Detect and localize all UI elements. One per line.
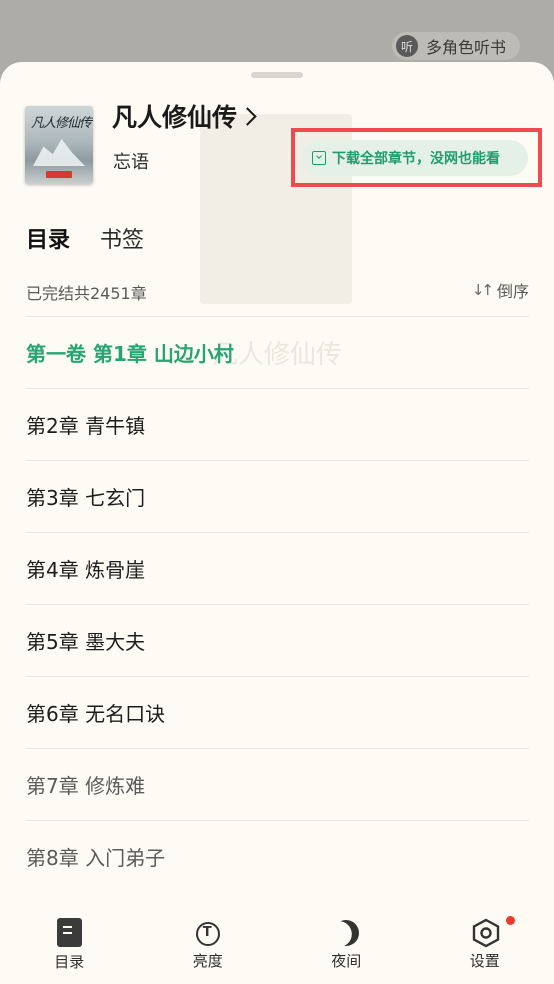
download-icon <box>312 151 326 165</box>
sort-toggle[interactable]: ↓↑ 倒序 <box>472 278 529 302</box>
chapter-row[interactable]: 第2章 青牛镇 <box>26 388 529 460</box>
cover-art <box>33 139 85 166</box>
catalog-tabs: 目录 书签 <box>26 222 144 254</box>
nav-brightness[interactable]: 亮度 <box>139 904 278 984</box>
settings-icon <box>472 918 499 948</box>
drag-handle[interactable] <box>251 72 303 78</box>
night-mode-icon <box>329 916 364 951</box>
chevron-right-icon <box>238 106 257 126</box>
download-all-label: 下载全部章节，没网也能看 <box>332 151 500 167</box>
chapter-list: 第一卷 第1章 山边小村 第2章 青牛镇 第3章 七玄门 第4章 炼骨崖 第5章… <box>26 316 529 892</box>
publisher-logo <box>46 171 72 178</box>
cover-title: 凡人修仙传 <box>31 116 92 131</box>
chapter-row[interactable]: 第4章 炼骨崖 <box>26 532 529 604</box>
brightness-icon <box>195 922 220 946</box>
chapter-count: 已完结共2451章 <box>26 284 147 303</box>
book-cover[interactable]: 凡人修仙传 <box>25 106 93 184</box>
notification-dot <box>505 916 515 925</box>
bottom-nav: 目录 亮度 夜间 设置 <box>0 904 554 984</box>
nav-night[interactable]: 夜间 <box>277 904 416 984</box>
tab-toc[interactable]: 目录 <box>26 222 70 254</box>
nav-label: 夜间 <box>331 952 362 970</box>
sort-icon: ↓↑ <box>471 281 494 299</box>
toc-icon <box>56 918 82 947</box>
download-all-button[interactable]: 下载全部章节，没网也能看 <box>302 140 528 176</box>
nav-label: 目录 <box>54 953 85 971</box>
listen-badge[interactable]: 听 多角色听书 <box>391 32 520 60</box>
catalog-sheet: 凡人修仙传 凡人修仙传 凡人修仙传 忘语 下载全部章节，没网也能看 目录 书签 … <box>0 62 554 984</box>
chapter-row[interactable]: 第3章 七玄门 <box>26 460 529 532</box>
chapter-row[interactable]: 第6章 无名口诀 <box>26 676 529 748</box>
chapter-row[interactable]: 第5章 墨大夫 <box>26 604 529 676</box>
listen-badge-label: 多角色听书 <box>425 38 506 57</box>
book-title: 凡人修仙传 <box>112 103 238 132</box>
chapter-row[interactable]: 第7章 修炼难 <box>26 748 529 820</box>
chapter-row[interactable]: 第一卷 第1章 山边小村 <box>26 316 529 388</box>
chapter-row[interactable]: 第8章 入门弟子 <box>26 820 529 892</box>
listen-icon: 听 <box>395 35 418 57</box>
nav-settings[interactable]: 设置 <box>416 904 554 984</box>
tab-bookmarks[interactable]: 书签 <box>100 222 144 254</box>
nav-label: 设置 <box>469 952 500 970</box>
book-author: 忘语 <box>113 152 149 173</box>
nav-label: 亮度 <box>192 952 223 970</box>
nav-toc[interactable]: 目录 <box>0 904 139 984</box>
sort-label: 倒序 <box>496 282 529 301</box>
book-title-link[interactable]: 凡人修仙传 <box>112 98 257 134</box>
